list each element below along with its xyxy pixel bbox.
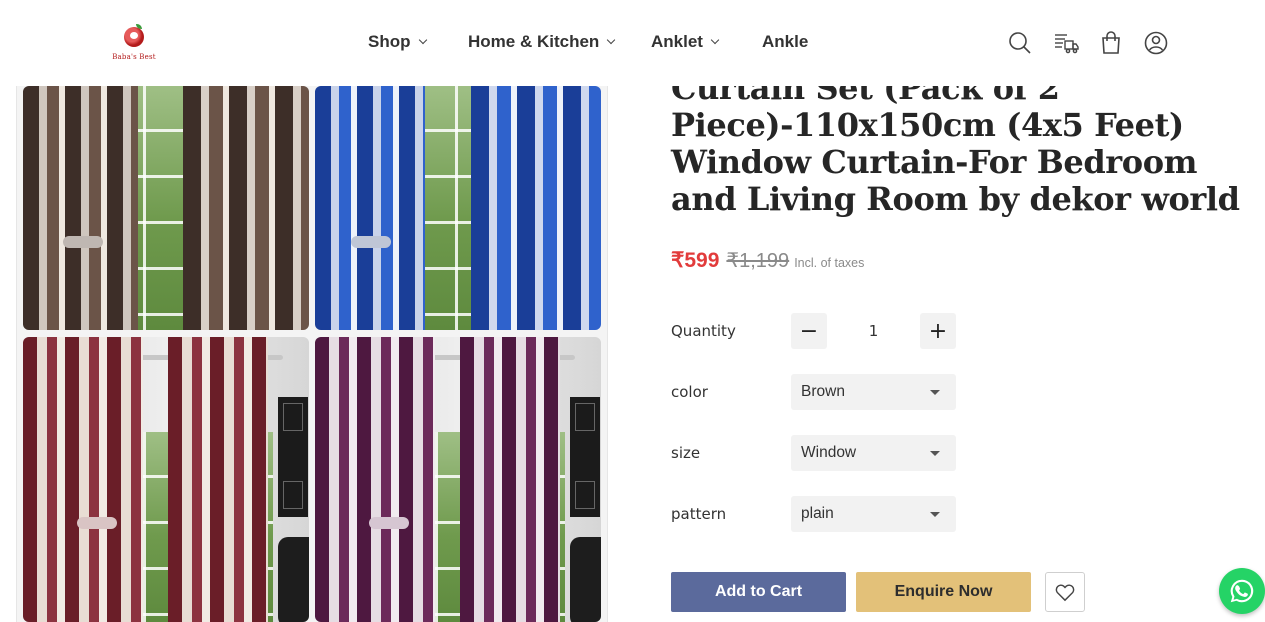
logo[interactable]: Baba's Best (104, 24, 164, 62)
size-label: size (671, 444, 701, 462)
product-image-maroon[interactable] (23, 337, 309, 622)
dropdown-caret-icon (930, 390, 940, 395)
wall-frames (570, 397, 600, 517)
heart-icon (1055, 584, 1075, 602)
tieback (77, 517, 117, 529)
quantity-decrease-button[interactable]: − (791, 313, 827, 349)
tieback (63, 236, 103, 248)
apple-logo-icon (124, 27, 144, 47)
site-header: Baba's Best Shop Home & Kitchen Anklet A… (0, 0, 1265, 86)
curtain-left (23, 86, 138, 330)
sofa (570, 537, 601, 622)
chevron-down-icon (607, 35, 616, 45)
curtain-right (471, 86, 601, 330)
curtain-left (23, 337, 143, 622)
wall-frames (278, 397, 308, 517)
size-select-value: Window (801, 444, 857, 461)
size-select[interactable]: Window (791, 435, 956, 471)
nav-item-anklet[interactable]: Anklet (651, 32, 720, 52)
search-icon[interactable] (1007, 30, 1033, 56)
product-image-blue[interactable] (315, 86, 601, 330)
nav-label: Ankle (762, 32, 809, 51)
nav-item-home-kitchen[interactable]: Home & Kitchen (468, 32, 616, 52)
curtain-right (168, 337, 268, 622)
original-price: ₹1,199 (726, 250, 790, 272)
product-image-brown[interactable] (23, 86, 309, 330)
sofa (278, 537, 309, 622)
curtain-left (315, 86, 425, 330)
minus-icon: − (799, 318, 819, 344)
tieback (351, 236, 391, 248)
product-image-purple[interactable] (315, 337, 601, 622)
quantity-increase-button[interactable]: + (920, 313, 956, 349)
quantity-value[interactable]: 1 (827, 322, 920, 340)
plus-icon: + (928, 318, 948, 344)
logo-text: Baba's Best (112, 53, 156, 61)
product-title: Curtain Set (Pack of 2 Piece)-110x150cm … (671, 69, 1240, 218)
tieback (369, 517, 409, 529)
pattern-label: pattern (671, 505, 727, 523)
quantity-label: Quantity (671, 322, 736, 340)
curtain-right (460, 337, 560, 622)
dropdown-caret-icon (930, 451, 940, 456)
wishlist-button[interactable] (1045, 572, 1085, 612)
price-row: ₹599 ₹1,199 Incl. of taxes (671, 248, 864, 274)
color-select-value: Brown (801, 383, 845, 400)
chevron-down-icon (710, 35, 720, 45)
color-select[interactable]: Brown (791, 374, 956, 410)
color-label: color (671, 383, 708, 401)
chevron-down-icon (418, 35, 427, 45)
nav-label: Shop (368, 32, 411, 51)
curtain-left (315, 337, 435, 622)
add-to-cart-button[interactable]: Add to Cart (671, 572, 846, 612)
nav-label: Home & Kitchen (468, 32, 600, 51)
tax-note: Incl. of taxes (794, 256, 865, 270)
enquire-now-button[interactable]: Enquire Now (856, 572, 1031, 612)
curtain-right (183, 86, 309, 330)
account-icon[interactable] (1143, 30, 1169, 56)
whatsapp-chat-button[interactable] (1219, 568, 1265, 614)
bag-icon[interactable] (1098, 30, 1124, 56)
nav-label: Anklet (651, 32, 703, 51)
sale-price: ₹599 (671, 249, 720, 272)
track-order-icon[interactable] (1053, 30, 1079, 56)
nav-item-ankle[interactable]: Ankle (762, 32, 808, 52)
product-image-gallery[interactable] (16, 86, 608, 622)
pattern-select[interactable]: plain (791, 496, 956, 532)
dropdown-caret-icon (930, 512, 940, 517)
whatsapp-icon (1230, 579, 1254, 603)
pattern-select-value: plain (801, 505, 834, 522)
nav-item-shop[interactable]: Shop (368, 32, 427, 52)
